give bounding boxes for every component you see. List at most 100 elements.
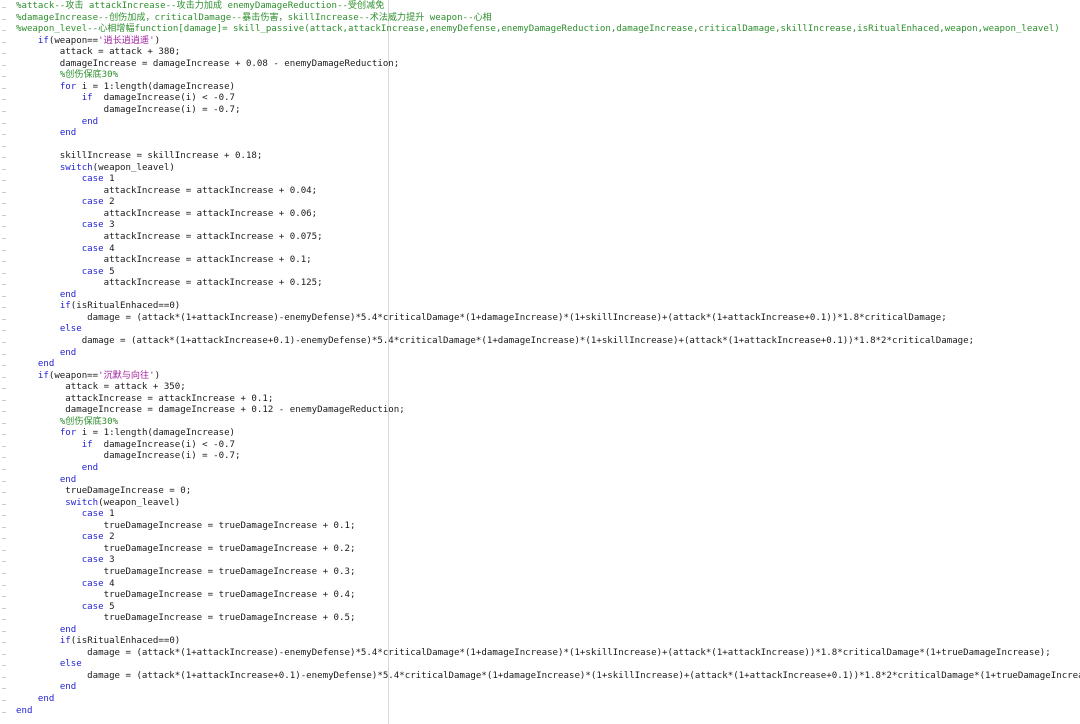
code-line[interactable]: switch(weapon_leavel) (16, 163, 175, 175)
gutter-line-marker (2, 665, 6, 667)
right-margin-guide (388, 0, 389, 724)
code-token-plain: damageIncrease(i) = -0.7; (16, 451, 241, 462)
code-line[interactable]: case 5 (16, 267, 115, 279)
code-line[interactable]: if(weapon=='沉默与向往') (16, 371, 160, 383)
code-line[interactable]: trueDamageIncrease = trueDamageIncrease … (16, 613, 356, 625)
code-line[interactable]: skillIncrease = skillIncrease + 0.18; (16, 151, 263, 163)
code-token-keyword: end (59, 128, 77, 139)
code-line[interactable]: if damageIncrease(i) < -0.7 (16, 440, 235, 452)
code-line[interactable]: case 4 (16, 579, 115, 591)
code-line[interactable]: attackIncrease = attackIncrease + 0.125; (16, 278, 323, 290)
code-line[interactable]: damageIncrease(i) = -0.7; (16, 105, 241, 117)
code-token-plain: 4 (103, 578, 115, 589)
code-editor[interactable]: %attack--攻击 attackIncrease--攻击力加成 enemyD… (0, 0, 1080, 724)
code-line[interactable]: damageIncrease(i) = -0.7; (16, 451, 241, 463)
code-line[interactable]: trueDamageIncrease = 0; (16, 486, 191, 498)
gutter-line-marker (2, 41, 6, 43)
code-line[interactable]: case 3 (16, 555, 115, 567)
code-line[interactable]: case 5 (16, 602, 115, 614)
code-token-keyword: if (37, 370, 49, 381)
code-line[interactable]: case 2 (16, 197, 115, 209)
code-line[interactable]: %weapon_level--心相增幅function[damage]= ski… (16, 24, 1060, 36)
code-token-plain: skillIncrease = skillIncrease + 0.18; (16, 151, 263, 162)
code-token-plain: attackIncrease = attackIncrease + 0.04; (16, 185, 318, 196)
code-line[interactable]: else (16, 659, 82, 671)
gutter-line-marker (2, 341, 6, 343)
code-token-plain: attack = attack + 350; (16, 382, 186, 393)
code-line[interactable]: end (16, 625, 76, 637)
code-line[interactable]: case 2 (16, 532, 115, 544)
code-line[interactable]: end (16, 348, 76, 360)
editor-gutter (0, 0, 12, 724)
code-line[interactable]: end (16, 359, 54, 371)
code-line[interactable]: for i = 1:length(damageIncrease) (16, 82, 235, 94)
gutter-line-marker (2, 572, 6, 574)
code-token-plain: damage = (attack*(1+attackIncrease)-enem… (16, 312, 947, 323)
code-line[interactable]: damage = (attack*(1+attackIncrease)-enem… (16, 313, 947, 325)
code-line[interactable]: %创伤保底30% (16, 417, 118, 429)
code-line[interactable]: trueDamageIncrease = trueDamageIncrease … (16, 567, 356, 579)
code-line[interactable]: damageIncrease = damageIncrease + 0.08 -… (16, 59, 399, 71)
code-token-plain: (isRitualEnhaced==0) (70, 301, 181, 312)
code-line[interactable]: attack = attack + 350; (16, 382, 186, 394)
code-line[interactable]: %attack--攻击 attackIncrease--攻击力加成 enemyD… (16, 1, 384, 13)
gutter-line-marker (2, 596, 6, 598)
code-line[interactable]: attackIncrease = attackIncrease + 0.1; (16, 255, 312, 267)
code-line[interactable]: case 1 (16, 174, 115, 186)
code-line[interactable]: %创伤保底30% (16, 70, 118, 82)
code-line[interactable]: end (16, 694, 54, 706)
code-line[interactable]: if(isRitualEnhaced==0) (16, 636, 180, 648)
code-line[interactable]: end (16, 128, 76, 140)
code-line[interactable]: damageIncrease = damageIncrease + 0.12 -… (16, 405, 404, 417)
gutter-line-marker (2, 365, 6, 367)
code-token-plain: damageIncrease = damageIncrease + 0.08 -… (16, 58, 400, 69)
code-line[interactable]: trueDamageIncrease = trueDamageIncrease … (16, 590, 356, 602)
code-line[interactable]: end (16, 475, 76, 487)
code-line[interactable]: case 4 (16, 244, 115, 256)
code-token-keyword: case (81, 266, 104, 277)
code-token-plain: damage = (attack*(1+attackIncrease+0.1)-… (16, 670, 1080, 681)
code-line[interactable]: trueDamageIncrease = trueDamageIncrease … (16, 521, 356, 533)
code-line[interactable]: if(weapon=='逍长逍逍遥') (16, 36, 160, 48)
code-token-plain: i = 1:length(damageIncrease) (76, 81, 236, 92)
code-token-plain: damage = (attack*(1+attackIncrease+0.1)-… (16, 335, 975, 346)
code-line[interactable]: attackIncrease = attackIncrease + 0.06; (16, 209, 318, 221)
code-line[interactable]: else (16, 324, 82, 336)
code-token-plain: 3 (103, 220, 115, 231)
code-line[interactable]: case 3 (16, 220, 115, 232)
code-token-string: '沉默与向往' (98, 370, 155, 381)
code-line[interactable]: end (16, 706, 32, 718)
code-line[interactable]: trueDamageIncrease = trueDamageIncrease … (16, 544, 356, 556)
gutter-line-marker (2, 619, 6, 621)
code-line[interactable]: attackIncrease = attackIncrease + 0.04; (16, 185, 318, 198)
code-line[interactable]: damage = (attack*(1+attackIncrease+0.1)-… (16, 336, 974, 348)
code-line[interactable]: attack = attack + 380; (16, 47, 180, 59)
code-line[interactable]: if(isRitualEnhaced==0) (16, 301, 180, 313)
code-line[interactable]: if damageIncrease(i) < -0.7 (16, 93, 235, 105)
code-line[interactable]: end (16, 117, 98, 129)
code-line[interactable]: case 1 (16, 509, 115, 521)
code-line[interactable]: damage = (attack*(1+attackIncrease)-enem… (16, 648, 1051, 660)
code-line[interactable]: switch(weapon_leavel) (16, 498, 180, 510)
code-token-keyword: end (59, 682, 77, 693)
code-line[interactable]: end (16, 682, 76, 694)
code-line[interactable]: damage = (attack*(1+attackIncrease+0.1)-… (16, 671, 1080, 683)
code-line[interactable]: attackIncrease = attackIncrease + 0.1; (16, 394, 273, 406)
code-line[interactable]: end (16, 290, 76, 302)
code-line[interactable]: end (16, 463, 98, 475)
code-token-plain: attackIncrease = attackIncrease + 0.1; (16, 393, 274, 404)
code-line[interactable]: %damageIncrease--创伤加成，criticalDamage--暴击… (16, 13, 492, 25)
code-line[interactable]: for i = 1:length(damageIncrease) (16, 428, 235, 440)
code-line[interactable]: attackIncrease = attackIncrease + 0.075; (16, 232, 323, 244)
